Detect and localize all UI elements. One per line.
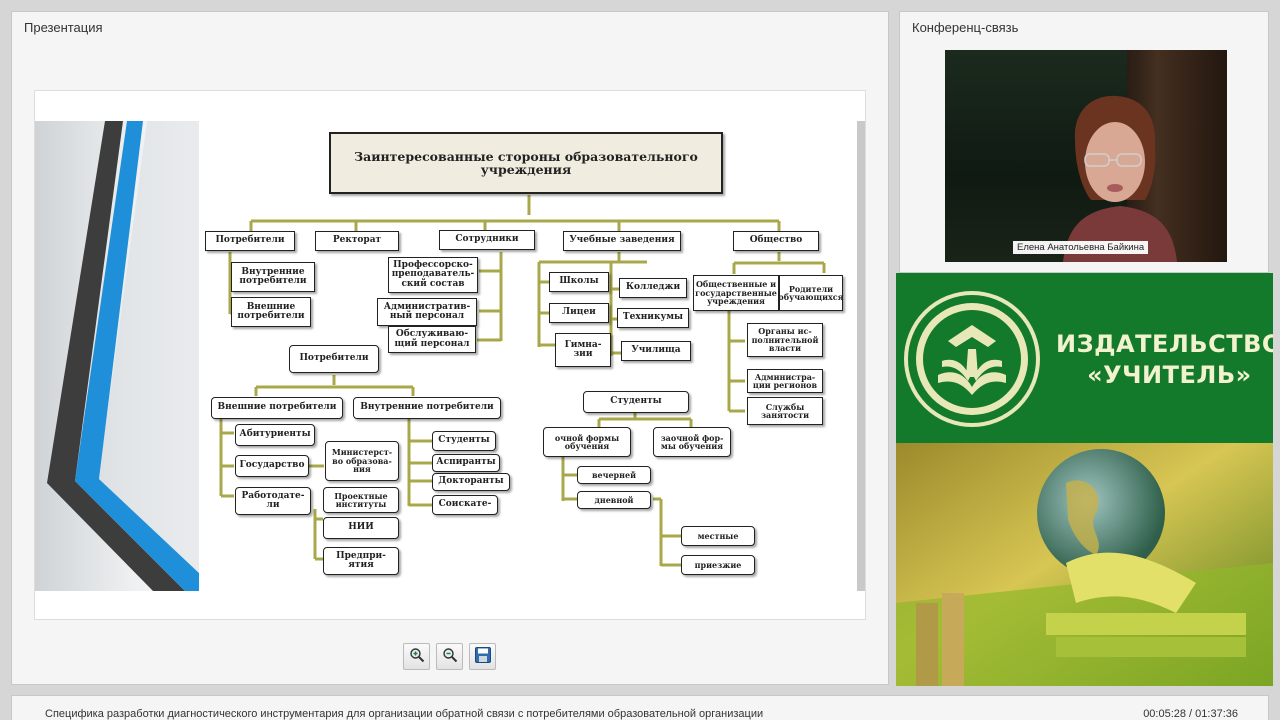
node-day: дневной (577, 491, 651, 509)
slide-viewer: Заинтересованные стороны образовательног… (34, 90, 866, 620)
publisher-name-line2: «УЧИТЕЛЬ» (1087, 361, 1252, 389)
webinar-title: Специфика разработки диагностического ин… (45, 708, 764, 720)
save-icon (474, 646, 492, 668)
zoom-in-button[interactable] (403, 643, 430, 670)
presentation-panel: Презентация Заинтересованные стороны обр… (11, 11, 889, 685)
speaker-video (945, 50, 1227, 262)
speaker-figure (1063, 95, 1177, 262)
node-fulltime: очной формы обучения (543, 427, 631, 457)
node-enterprises: Предпри- ятия (323, 547, 399, 575)
node-degree-applicants: Соискате- (432, 495, 498, 515)
publisher-name-line1: ИЗДАТЕЛЬСТВО (1056, 330, 1273, 358)
node-faculty: Профессорско- преподаватель- ский состав (388, 257, 478, 293)
stakeholders-diagram: Заинтересованные стороны образовательног… (199, 121, 851, 591)
node-public-institutions: Общественные и государственные учреждени… (693, 275, 779, 311)
node-incoming: приезжие (681, 555, 755, 575)
node-employers: Работодате- ли (235, 487, 311, 515)
conference-title: Конференц-связь (912, 20, 1019, 35)
zoom-out-button[interactable] (436, 643, 463, 670)
globe-books-image (896, 443, 1273, 686)
node-vocational-schools: Училища (621, 341, 691, 361)
node-lyceums: Лицеи (549, 303, 609, 323)
node-admin-staff: Административ- ный персонал (377, 298, 477, 326)
conference-panel: Конференц-связь Елена Анатольевна Байкин… (899, 11, 1269, 273)
node-applicants: Абитуриенты (235, 424, 315, 446)
footer-bar: Специфика разработки диагностического ин… (11, 695, 1269, 720)
node-consumers-root: Потребители (289, 345, 379, 373)
node-society: Общество (733, 231, 819, 251)
publisher-logo-icon (902, 289, 1042, 433)
node-colleges: Колледжи (619, 278, 687, 298)
publisher-banner: ИЗДАТЕЛЬСТВО «УЧИТЕЛЬ» (896, 273, 1273, 686)
presentation-title: Презентация (24, 20, 103, 35)
node-parttime: заочной фор- мы обучения (653, 427, 731, 457)
node-local: местные (681, 526, 755, 546)
save-button[interactable] (469, 643, 496, 670)
node-students-root: Студенты (583, 391, 689, 413)
diagram-title: Заинтересованные стороны образовательног… (329, 132, 723, 194)
node-rectorate: Ректорат (315, 231, 399, 251)
node-institutions: Учебные заведения (563, 231, 681, 251)
slide-content: Заинтересованные стороны образовательног… (35, 121, 859, 591)
node-gymnasiums: Гимна- зии (555, 333, 611, 367)
node-internal-consumers-2: Внутренние потребители (353, 397, 501, 419)
node-employees: Сотрудники (439, 230, 535, 250)
node-state: Государство (235, 455, 309, 477)
node-employment-services: Службы занятости (747, 397, 823, 425)
node-service-staff: Обслуживаю- щий персонал (388, 326, 476, 353)
playback-time: 00:05:28 / 01:37:36 (1143, 708, 1238, 720)
node-students: Студенты (432, 431, 496, 451)
node-executive-authorities: Органы ис- полнительной власти (747, 323, 823, 357)
node-external-consumers-2: Внешние потребители (211, 397, 343, 419)
slide-scrollbar[interactable] (857, 121, 865, 591)
node-ministry: Министерст- во образова- ния (325, 441, 399, 481)
node-research-institutes: НИИ (323, 517, 399, 539)
node-design-institutes: Проектные институты (323, 487, 399, 513)
node-parents: Родители обучающихся (778, 275, 844, 311)
zoom-out-icon (442, 647, 458, 667)
node-external-consumers: Внешние потребители (231, 297, 311, 327)
zoom-in-icon (409, 647, 425, 667)
zoom-toolbar (403, 643, 496, 670)
slide-decoration (35, 121, 199, 591)
node-internal-consumers: Внутренние потребители (231, 262, 315, 292)
node-postgraduates: Аспиранты (432, 454, 500, 472)
node-consumers: Потребители (205, 231, 295, 251)
node-schools: Школы (549, 272, 609, 292)
node-technical-schools: Техникумы (617, 308, 689, 328)
speaker-name: Елена Анатольевна Байкина (1013, 241, 1149, 254)
node-evening: вечерней (577, 466, 651, 484)
node-regional-admin: Администра- ции регионов (747, 369, 823, 393)
publisher-name: ИЗДАТЕЛЬСТВО «УЧИТЕЛЬ» (1056, 329, 1273, 391)
node-doctoral-students: Докторанты (432, 473, 510, 491)
publisher-image (896, 443, 1273, 686)
